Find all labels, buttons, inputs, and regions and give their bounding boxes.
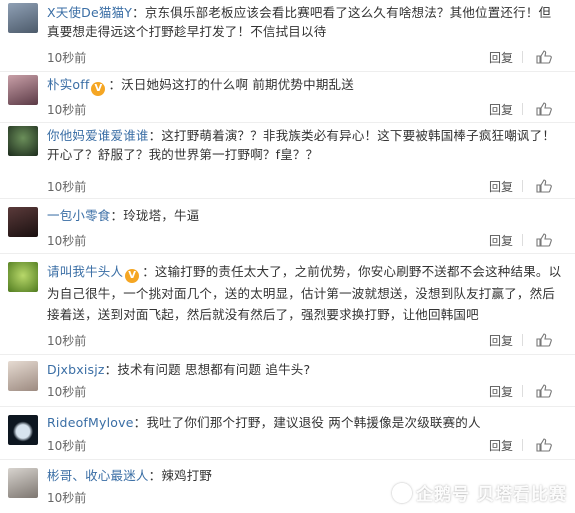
timestamp: 10秒前 (47, 103, 87, 117)
comment-item: 朴实off V ：沃日她妈这打的什么啊 前期优势中期乱送 10秒前 回复 (0, 72, 575, 123)
comment-content: 玲珑塔，牛逼 (123, 208, 200, 223)
avatar-image (8, 468, 38, 498)
avatar-image (8, 75, 38, 105)
comment-content: 沃日她妈这打的什么啊 前期优势中期乱送 (121, 77, 354, 92)
comment-item: 请叫我牛头人 V ：这输打野的责任太大了，之前优势，你安心刷野不送都不会这种结果。以… (0, 254, 575, 355)
thumbs-up-icon[interactable] (536, 233, 552, 247)
comment-item: 一包小零食：玲珑塔，牛逼 10秒前 回复 (0, 199, 575, 254)
penguin-logo-icon (392, 483, 413, 503)
thumbs-up-icon[interactable] (536, 50, 552, 64)
timestamp: 10秒前 (47, 334, 87, 348)
avatar-image (8, 3, 38, 33)
divider (522, 103, 523, 115)
reply-button[interactable]: 回复 (489, 101, 513, 118)
username-link[interactable]: 一包小零食 (47, 208, 111, 223)
timestamp: 10秒前 (47, 234, 87, 248)
avatar-image (8, 361, 38, 391)
thumbs-up-icon[interactable] (536, 179, 552, 193)
avatar-image (8, 207, 38, 237)
username-link[interactable]: 朴实off (47, 77, 89, 92)
thumbs-up-icon[interactable] (536, 102, 552, 116)
divider (522, 51, 523, 63)
thumbs-up-icon[interactable] (536, 384, 552, 398)
colon: ： (142, 264, 155, 279)
divider (522, 334, 523, 346)
comment-text-block: 朴实off V ：沃日她妈这打的什么啊 前期优势中期乱送 (47, 75, 562, 96)
avatar[interactable] (8, 262, 38, 292)
avatar[interactable] (8, 3, 38, 33)
reply-button[interactable]: 回复 (489, 437, 513, 454)
comment-item: 你他妈爱谁爱谁谁：这打野萌着演？？非我族类必有异心！这下要被韩国棒子疯狂嘲讽了！… (0, 123, 575, 199)
avatar[interactable] (8, 468, 38, 498)
colon: ： (108, 77, 122, 92)
avatar[interactable] (8, 207, 38, 237)
timestamp: 10秒前 (47, 51, 87, 65)
thumbs-up-icon[interactable] (536, 333, 552, 347)
comment-text-block: RideofMylove：我吐了你们那个打野，建议退役 两个韩援像是次级联赛的人 (47, 413, 562, 432)
avatar[interactable] (8, 361, 38, 391)
colon: ： (148, 468, 162, 483)
username-link[interactable]: X天使De猫猫Y (47, 5, 132, 20)
verified-badge-icon: V (125, 269, 140, 283)
username-link[interactable]: 请叫我牛头人 (47, 264, 123, 279)
colon: ： (110, 208, 124, 223)
timestamp: 10秒前 (47, 439, 87, 453)
comment-text-block: 一包小零食：玲珑塔，牛逼 (47, 206, 562, 225)
comment-content: 我吐了你们那个打野，建议退役 两个韩援像是次级联赛的人 (146, 415, 481, 430)
comment-item: RideofMylove：我吐了你们那个打野，建议退役 两个韩援像是次级联赛的人… (0, 407, 575, 460)
comment-item: X天使De猫猫Y：京东俱乐部老板应该会看比赛吧看了这么久有啥想法？其他位置还行！… (0, 0, 575, 72)
divider (522, 234, 523, 246)
avatar[interactable] (8, 126, 38, 156)
divider (522, 385, 523, 397)
divider (522, 180, 523, 192)
timestamp: 10秒前 (47, 491, 87, 505)
username-link[interactable]: RideofMylove (47, 415, 134, 430)
username-link[interactable]: Djxbxisjz (47, 362, 105, 377)
avatar-image (8, 415, 38, 445)
avatar-image (8, 262, 38, 292)
colon: ： (133, 415, 147, 430)
username-link[interactable]: 彬哥、收心最迷人 (47, 468, 149, 483)
comment-content: 技术有问题 思想都有问题 追牛头? (117, 362, 311, 377)
avatar[interactable] (8, 415, 38, 445)
comment-content: 辣鸡打野 (161, 468, 213, 483)
reply-button[interactable]: 回复 (489, 178, 513, 195)
comment-text-block: 请叫我牛头人 V ：这输打野的责任太大了，之前优势，你安心刷野不送都不会这种结果。以… (47, 261, 562, 325)
avatar[interactable] (8, 75, 38, 105)
divider (522, 439, 523, 451)
timestamp: 10秒前 (47, 385, 87, 399)
watermark-text: 企鹅号 贝塔看比赛 (416, 485, 567, 505)
reply-button[interactable]: 回复 (489, 383, 513, 400)
comment-text-block: Djxbxisjz：技术有问题 思想都有问题 追牛头? (47, 360, 562, 379)
comment-content: 这输打野的责任太大了，之前优势，你安心刷野不送都不会这种结果。以为自己很牛，一个… (47, 264, 562, 322)
colon: ： (148, 128, 162, 143)
comment-text-block: 你他妈爱谁爱谁谁：这打野萌着演？？非我族类必有异心！这下要被韩国棒子疯狂嘲讽了！… (47, 126, 562, 164)
timestamp: 10秒前 (47, 180, 87, 194)
avatar-image (8, 126, 38, 156)
username-link[interactable]: 你他妈爱谁爱谁谁 (47, 128, 149, 143)
reply-button[interactable]: 回复 (489, 232, 513, 249)
watermark: 企鹅号 贝塔看比赛 (392, 480, 567, 505)
reply-button[interactable]: 回复 (489, 49, 513, 66)
comment-text-block: X天使De猫猫Y：京东俱乐部老板应该会看比赛吧看了这么久有啥想法？其他位置还行！… (47, 3, 562, 41)
verified-badge-icon: V (91, 82, 106, 96)
thumbs-up-icon[interactable] (536, 438, 552, 452)
colon: ： (132, 5, 145, 20)
colon: ： (104, 362, 118, 377)
comment-item: Djxbxisjz：技术有问题 思想都有问题 追牛头? 10秒前 回复 (0, 355, 575, 407)
reply-button[interactable]: 回复 (489, 332, 513, 349)
